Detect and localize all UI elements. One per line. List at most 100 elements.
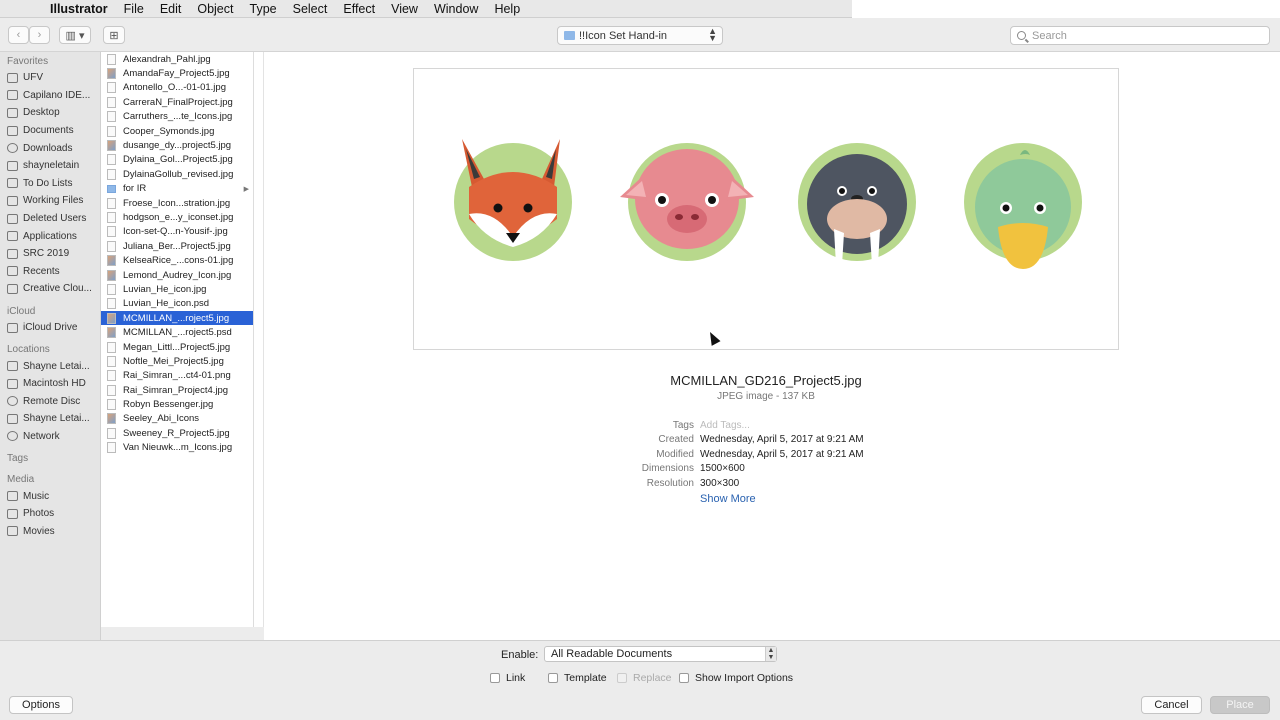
checkbox-box[interactable] — [548, 673, 558, 683]
file-row[interactable]: Carruthers_...te_Icons.jpg — [101, 110, 253, 124]
file-icon — [107, 125, 116, 137]
sidebar-item[interactable]: Working Files — [0, 192, 100, 210]
file-column: Alexandrah_Pahl.jpg AmandaFay_Project5.jp… — [101, 52, 254, 627]
column-divider — [254, 52, 264, 627]
file-row[interactable]: Icon-set-Q...n-Yousif-.jpg — [101, 225, 253, 239]
sidebar-item[interactable]: Movies — [0, 522, 100, 540]
file-name: Rai_Simran_Project4.jpg — [123, 384, 229, 396]
tags-field[interactable]: Add Tags... — [700, 420, 750, 431]
sidebar-tags-heading[interactable]: Tags — [0, 449, 100, 466]
file-icon — [107, 355, 116, 367]
back-button[interactable]: ‹ — [8, 26, 29, 44]
enable-dropdown[interactable]: All Readable Documents ▲ ▼ — [544, 646, 777, 662]
sidebar-item[interactable]: Recents — [0, 263, 100, 281]
file-row[interactable]: Luvian_He_icon.jpg — [101, 282, 253, 296]
sidebar-item[interactable]: SRC 2019 — [0, 245, 100, 263]
menu-app[interactable]: Illustrator — [42, 0, 116, 18]
forward-button[interactable]: › — [29, 26, 50, 44]
menu-object[interactable]: Object — [189, 0, 241, 18]
dimensions-label: Dimensions — [641, 463, 694, 474]
sidebar-item[interactable]: Network — [0, 428, 100, 446]
cancel-button[interactable]: Cancel — [1141, 696, 1202, 714]
sidebar-item[interactable]: Shayne Letai... — [0, 357, 100, 375]
link-checkbox[interactable]: Link — [490, 672, 525, 684]
file-row[interactable]: Antonello_O...-01-01.jpg — [101, 81, 253, 95]
checkbox-box[interactable] — [490, 673, 500, 683]
checkbox-box[interactable] — [679, 673, 689, 683]
file-row[interactable]: Cooper_Symonds.jpg — [101, 124, 253, 138]
file-row[interactable]: Alexandrah_Pahl.jpg — [101, 52, 253, 66]
file-row[interactable]: DylainaGollub_revised.jpg — [101, 167, 253, 181]
file-icon — [107, 327, 116, 339]
file-icon — [107, 211, 116, 223]
menu-effect[interactable]: Effect — [335, 0, 383, 18]
folder-icon — [7, 248, 18, 259]
view-mode-button[interactable]: ▥ ▾ — [59, 26, 91, 44]
template-checkbox[interactable]: Template — [548, 672, 607, 684]
file-row[interactable]: Seeley_Abi_Icons — [101, 412, 253, 426]
sidebar-item-label: Applications — [23, 230, 77, 242]
file-icon — [107, 370, 116, 382]
file-icon — [107, 399, 116, 411]
file-row[interactable]: Robyn Bessenger.jpg — [101, 397, 253, 411]
path-popup[interactable]: !!Icon Set Hand-in ▲ ▼ — [557, 26, 723, 45]
sidebar-item[interactable]: Desktop — [0, 104, 100, 122]
search-field[interactable]: Search — [1010, 26, 1270, 45]
menu-view[interactable]: View — [383, 0, 426, 18]
folder-icon — [564, 31, 575, 40]
file-row[interactable]: dusange_dy...project5.jpg — [101, 138, 253, 152]
file-name: Megan_Littl...Project5.jpg — [123, 341, 231, 353]
hard-drive-icon — [7, 378, 18, 389]
menu-type[interactable]: Type — [242, 0, 285, 18]
menu-file[interactable]: File — [116, 0, 152, 18]
sidebar-item[interactable]: Macintosh HD — [0, 375, 100, 393]
sidebar-item[interactable]: Applications — [0, 227, 100, 245]
menu-help[interactable]: Help — [486, 0, 528, 18]
sidebar-item[interactable]: shayneletain — [0, 157, 100, 175]
file-row[interactable]: Dylaina_Gol...Project5.jpg — [101, 153, 253, 167]
sidebar-item[interactable]: Remote Disc — [0, 393, 100, 411]
file-row[interactable]: Sweeney_R_Project5.jpg — [101, 426, 253, 440]
sidebar-item[interactable]: Photos — [0, 505, 100, 523]
network-icon — [7, 431, 18, 442]
show-more-link[interactable]: Show More — [700, 493, 756, 505]
file-row[interactable]: KelseaRice_...cons-01.jpg — [101, 253, 253, 267]
file-name: MCMILLAN_...roject5.jpg — [123, 312, 230, 324]
menu-edit[interactable]: Edit — [152, 0, 190, 18]
file-row[interactable]: CarreraN_FinalProject.jpg — [101, 95, 253, 109]
file-name: Cooper_Symonds.jpg — [123, 125, 215, 137]
file-row[interactable]: Luvian_He_icon.psd — [101, 297, 253, 311]
file-row[interactable]: Froese_Icon...stration.jpg — [101, 196, 253, 210]
file-row[interactable]: hodgson_e...y_iconset.jpg — [101, 210, 253, 224]
sidebar-item[interactable]: Capilano IDE... — [0, 87, 100, 105]
sidebar-item-label: Recents — [23, 265, 60, 277]
file-row[interactable]: Noftle_Mei_Project5.jpg — [101, 354, 253, 368]
file-row[interactable]: Rai_Simran_Project4.jpg — [101, 383, 253, 397]
show-import-options-checkbox[interactable]: Show Import Options — [679, 672, 793, 684]
menu-select[interactable]: Select — [285, 0, 336, 18]
file-row[interactable]: Van Nieuwk...m_Icons.jpg — [101, 441, 253, 455]
file-row[interactable]: Lemond_Audrey_Icon.jpg — [101, 268, 253, 282]
new-folder-button[interactable]: ⊞ — [103, 26, 125, 44]
file-row[interactable]: MCMILLAN_...roject5.psd — [101, 325, 253, 339]
options-button[interactable]: Options — [9, 696, 73, 714]
sidebar-item[interactable]: Documents — [0, 122, 100, 140]
menu-window[interactable]: Window — [426, 0, 486, 18]
file-row[interactable]: Megan_Littl...Project5.jpg — [101, 340, 253, 354]
sidebar-item-label: Shayne Letai... — [23, 360, 90, 372]
file-row[interactable]: Rai_Simran_...ct4-01.png — [101, 369, 253, 383]
sidebar-item[interactable]: Shayne Letai... — [0, 410, 100, 428]
sidebar-item[interactable]: Deleted Users — [0, 210, 100, 228]
sidebar-item[interactable]: Downloads — [0, 139, 100, 157]
sidebar-item[interactable]: Music — [0, 487, 100, 505]
file-row[interactable]: MCMILLAN_...roject5.jpg — [101, 311, 253, 326]
file-row[interactable]: AmandaFay_Project5.jpg — [101, 66, 253, 80]
sidebar: Favorites UFV Capilano IDE... Desktop Docum… — [0, 52, 101, 640]
sidebar-item[interactable]: Creative Clou... — [0, 280, 100, 298]
sidebar-item[interactable]: To Do Lists — [0, 175, 100, 193]
file-row[interactable]: for IR ▶ — [101, 182, 253, 196]
sidebar-item[interactable]: UFV — [0, 69, 100, 87]
folder-icon — [7, 213, 18, 224]
sidebar-item[interactable]: iCloud Drive — [0, 319, 100, 337]
file-row[interactable]: Juliana_Ber...Project5.jpg — [101, 239, 253, 253]
